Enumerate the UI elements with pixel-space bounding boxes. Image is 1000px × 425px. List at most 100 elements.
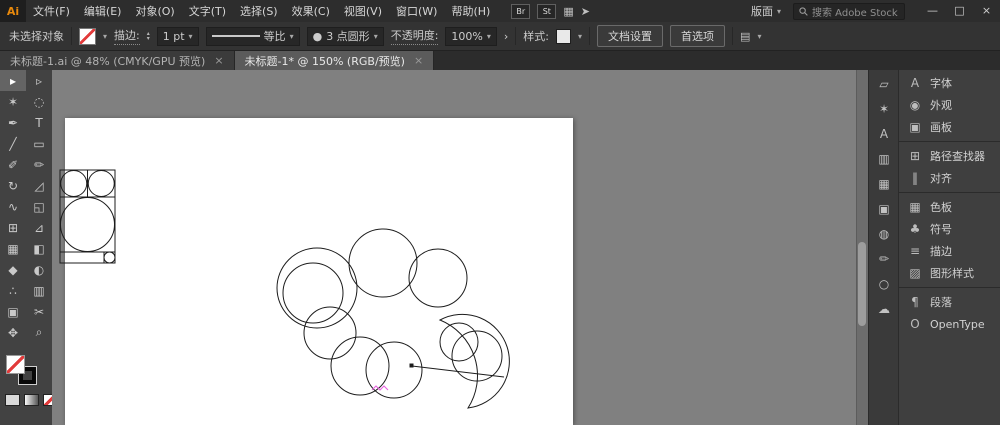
tab-close-icon[interactable]: ×: [414, 54, 423, 67]
close-button[interactable]: ×: [973, 0, 1000, 22]
style-swatch[interactable]: [556, 28, 572, 44]
stroke-label[interactable]: 描边:: [114, 27, 140, 45]
preferences-button[interactable]: 首选项: [670, 25, 726, 47]
chevron-down-icon[interactable]: ▾: [757, 32, 761, 41]
zoom-tool[interactable]: ⌕: [26, 322, 52, 343]
free-transform-tool[interactable]: ◱: [26, 196, 52, 217]
menubar-item-6[interactable]: 效果(C): [285, 3, 337, 19]
collapsed-panel-symbols-icon[interactable]: ○: [879, 278, 889, 290]
column-graph-tool[interactable]: ▥: [26, 280, 52, 301]
chevron-down-icon[interactable]: ▾: [487, 32, 491, 41]
artboard[interactable]: [65, 118, 573, 425]
restore-button[interactable]: □: [946, 0, 973, 22]
type-tool[interactable]: T: [26, 112, 52, 133]
collapsed-panel-appearance-icon[interactable]: ◍: [879, 228, 889, 240]
collapsed-panel-effects-icon[interactable]: ✶: [879, 103, 889, 115]
rectangle-tool[interactable]: ▭: [26, 133, 52, 154]
minimize-button[interactable]: —: [919, 0, 946, 22]
style-label: 样式:: [523, 30, 550, 43]
opacity-field[interactable]: 100% ▾: [445, 26, 497, 46]
slice-tool[interactable]: ✂: [26, 301, 52, 322]
scale-tool[interactable]: ◿: [26, 175, 52, 196]
panel-row-align[interactable]: ‖ 对齐: [899, 167, 1000, 189]
panel-row-stroke[interactable]: ≡ 描边: [899, 240, 1000, 262]
shape-builder-tool[interactable]: ⊞: [0, 217, 26, 238]
panel-row-paragraph[interactable]: ¶ 段落: [899, 291, 1000, 313]
panel-row-appearance[interactable]: ◉ 外观: [899, 94, 1000, 116]
menubar-item-9[interactable]: 帮助(H): [444, 3, 497, 19]
perspective-grid-tool[interactable]: ⊿: [26, 217, 52, 238]
canvas[interactable]: [52, 70, 868, 425]
menubar-item-8[interactable]: 窗口(W): [389, 3, 444, 19]
stock-button[interactable]: St: [537, 3, 557, 19]
control-panel-menu-icon[interactable]: ▤: [740, 31, 750, 42]
mesh-tool[interactable]: ▦: [0, 238, 26, 259]
fill-color-swatch[interactable]: [6, 355, 25, 374]
color-button[interactable]: [5, 394, 20, 406]
collapsed-panel-shapes-icon[interactable]: ▱: [879, 78, 888, 90]
stroke-width-field[interactable]: 1 pt ▾: [156, 26, 199, 46]
symbol-sprayer-tool[interactable]: ∴: [0, 280, 26, 301]
hand-tool[interactable]: ✥: [0, 322, 26, 343]
stock-search-input[interactable]: 搜索 Adobe Stock: [793, 2, 905, 20]
brush-dropdown[interactable]: ● 3 点圆形 ▾: [306, 26, 384, 46]
line-segment-tool[interactable]: ╱: [0, 133, 26, 154]
menubar-item-2[interactable]: 编辑(E): [77, 3, 129, 19]
chevron-down-icon[interactable]: ▾: [103, 32, 107, 41]
step-down-icon[interactable]: ▾: [147, 36, 150, 42]
menubar-item-7[interactable]: 视图(V): [337, 3, 389, 19]
artboard-tool[interactable]: ▣: [0, 301, 26, 322]
gradient-button[interactable]: [24, 394, 39, 406]
share-icon[interactable]: ➤: [581, 6, 590, 17]
vertical-scrollbar[interactable]: [856, 70, 868, 425]
collapsed-panel-grid-icon[interactable]: ▦: [878, 178, 889, 190]
menubar-item-1[interactable]: 文件(F): [26, 3, 77, 19]
document-tab-1[interactable]: 未标题-1.ai @ 48% (CMYK/GPU 预览) ×: [0, 51, 235, 70]
width-tool[interactable]: ∿: [0, 196, 26, 217]
direct-selection-tool[interactable]: ▹: [26, 70, 52, 91]
panel-row-label: 画板: [930, 121, 952, 134]
gradient-tool[interactable]: ◧: [26, 238, 52, 259]
chevron-down-icon[interactable]: ▾: [578, 32, 582, 41]
workspace-switcher[interactable]: 版面 ▾: [751, 3, 781, 19]
panel-row-symbols[interactable]: ♣ 符号: [899, 218, 1000, 240]
rotate-tool[interactable]: ↻: [0, 175, 26, 196]
bridge-button[interactable]: Br: [511, 3, 531, 19]
panel-row-swatches[interactable]: ▦ 色板: [899, 196, 1000, 218]
divider: [71, 27, 72, 45]
paintbrush-tool[interactable]: ✐: [0, 154, 26, 175]
width-profile-dropdown[interactable]: 等比 ▾: [205, 26, 300, 46]
lasso-tool[interactable]: ◌: [26, 91, 52, 112]
tab-close-icon[interactable]: ×: [214, 54, 223, 67]
chevron-down-icon[interactable]: ▾: [290, 32, 294, 41]
selection-tool[interactable]: ▸: [0, 70, 26, 91]
eyedropper-tool[interactable]: ◆: [0, 259, 26, 280]
pencil-tool[interactable]: ✏: [26, 154, 52, 175]
opacity-options-chevron[interactable]: ›: [504, 30, 508, 43]
pen-tool[interactable]: ✒: [0, 112, 26, 133]
panel-row-character[interactable]: A 字体: [899, 72, 1000, 94]
collapsed-panel-draw-icon[interactable]: ✏: [879, 253, 889, 265]
menubar-item-3[interactable]: 对象(O): [128, 3, 181, 19]
panel-row-graphic-styles[interactable]: ▨ 图形样式: [899, 262, 1000, 284]
magic-wand-tool[interactable]: ✶: [0, 91, 26, 112]
scrollbar-thumb[interactable]: [858, 242, 866, 326]
collapsed-panel-artboard-icon[interactable]: ▣: [878, 203, 889, 215]
chevron-down-icon[interactable]: ▾: [189, 32, 193, 41]
collapsed-panel-glyphs-icon[interactable]: A: [880, 128, 888, 140]
opacity-label[interactable]: 不透明度:: [390, 27, 439, 45]
menubar-item-5[interactable]: 选择(S): [233, 3, 285, 19]
arrange-documents-icon[interactable]: ▦: [563, 6, 573, 17]
document-setup-button[interactable]: 文档设置: [597, 25, 664, 47]
fill-none-swatch[interactable]: [79, 27, 96, 45]
blend-tool[interactable]: ◐: [26, 259, 52, 280]
chevron-down-icon[interactable]: ▾: [374, 32, 378, 41]
menubar-item-4[interactable]: 文字(T): [182, 3, 233, 19]
panel-row-opentype[interactable]: O OpenType: [899, 313, 1000, 335]
stroke-width-stepper[interactable]: ▴ ▾: [147, 31, 150, 42]
panel-row-artboards[interactable]: ▣ 画板: [899, 116, 1000, 138]
document-tab-2[interactable]: 未标题-1* @ 150% (RGB/预览) ×: [234, 51, 435, 70]
collapsed-panel-libraries-icon[interactable]: ☁: [878, 303, 890, 315]
panel-row-pathfinder[interactable]: ⊞ 路径查找器: [899, 145, 1000, 167]
collapsed-panel-graph-icon[interactable]: ▥: [878, 153, 889, 165]
